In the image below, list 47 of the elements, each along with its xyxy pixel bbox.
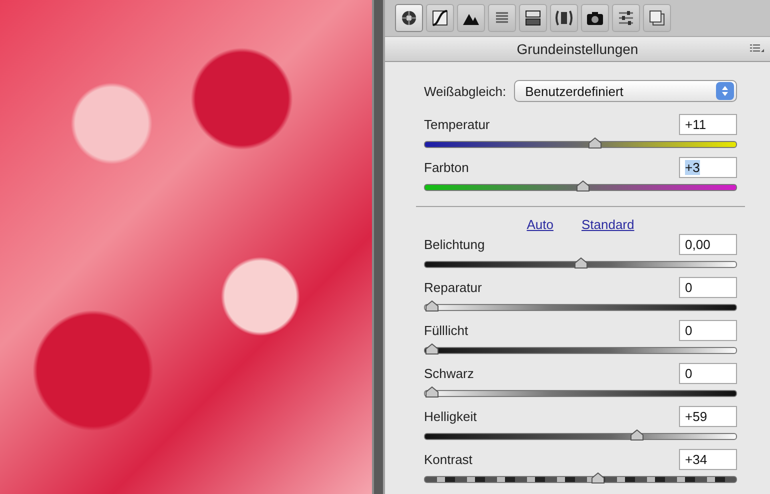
preset-dropdown[interactable]: Benutzerdefiniert [514, 80, 737, 102]
panel-title: Grundeinstellungen [516, 41, 638, 57]
slider-thumb[interactable] [425, 386, 439, 398]
panel-tab[interactable] [581, 4, 609, 32]
sliders-icon [617, 9, 635, 27]
curve-icon [431, 9, 449, 27]
panel-splitter[interactable] [372, 0, 385, 494]
slider-label: Farbton [424, 160, 469, 175]
slider-label: Temperatur [424, 117, 490, 132]
slider-thumb[interactable] [630, 429, 644, 441]
slider-thumb[interactable] [591, 472, 606, 484]
value-field[interactable]: 0 [679, 277, 737, 298]
value-field[interactable]: 0 [679, 363, 737, 384]
stepper-icon [716, 82, 734, 100]
panel-tab[interactable] [612, 4, 640, 32]
preset-link[interactable]: Auto [526, 217, 554, 232]
slider-label: Kontrast [424, 452, 472, 467]
slider-label: Belichtung [424, 237, 485, 252]
slider-thumb[interactable] [425, 300, 439, 312]
slider-label: Reparatur [424, 280, 482, 295]
panel-tab[interactable] [395, 4, 423, 32]
slider-label: Fülllicht [424, 323, 468, 338]
panel-tab[interactable] [550, 4, 578, 32]
split-icon [524, 9, 542, 27]
panel-tab[interactable] [643, 4, 671, 32]
value-field[interactable]: +34 [679, 449, 737, 470]
lens-icon [555, 9, 573, 27]
aperture-icon [400, 9, 418, 27]
value-field[interactable]: 0 [679, 320, 737, 341]
value-field[interactable]: +11 [679, 114, 737, 135]
value-field[interactable]: 0,00 [679, 234, 737, 255]
slider-label: Helligkeit [424, 409, 477, 424]
balance-label: Weißabgleich: [424, 84, 506, 98]
camera-icon [586, 9, 604, 27]
panel-tab[interactable] [519, 4, 547, 32]
slider-thumb[interactable] [425, 343, 439, 355]
menu-icon[interactable] [750, 44, 764, 54]
value-field[interactable]: +3 [679, 157, 737, 178]
slider-label: Schwarz [424, 366, 474, 381]
panel-tab[interactable] [426, 4, 454, 32]
slider-thumb[interactable] [588, 137, 602, 149]
stacked-squares-icon [648, 9, 666, 27]
preset-link[interactable]: Standard [581, 217, 634, 232]
slider-thumb[interactable] [576, 180, 590, 192]
panel-tab[interactable] [457, 4, 485, 32]
value-field[interactable]: +59 [679, 406, 737, 427]
slider-thumb[interactable] [574, 257, 588, 269]
